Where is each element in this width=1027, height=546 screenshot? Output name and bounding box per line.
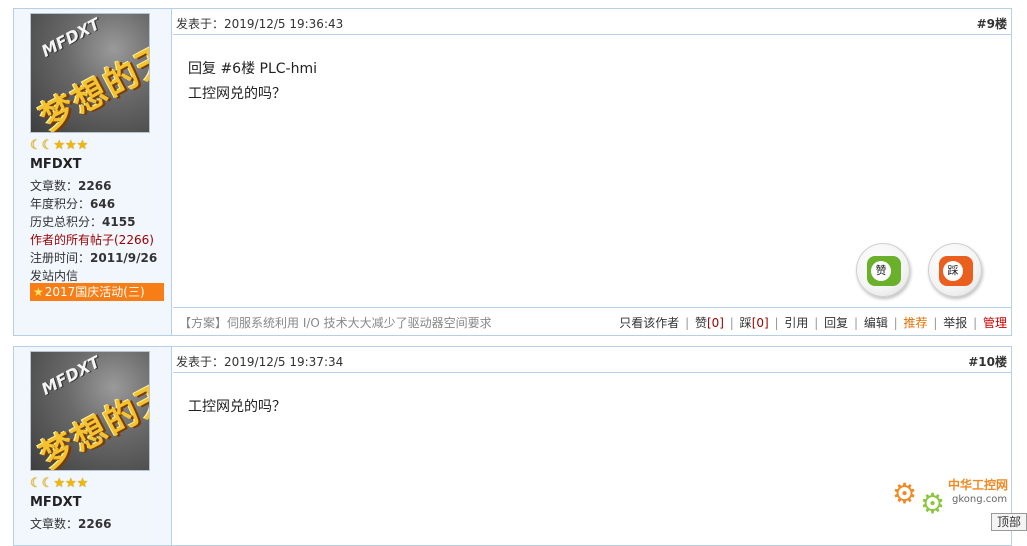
post-header: 发表于：2019/12/5 19:37:34 #10楼 — [173, 347, 1011, 373]
avatar[interactable]: MFDXT 梦想的天 — [30, 13, 150, 133]
activity-badge[interactable]: ★2017国庆活动(三) — [30, 283, 164, 301]
register-label: 注册时间： — [30, 251, 91, 265]
moon-icon: ☾ — [41, 476, 54, 491]
badge-label: 2017国庆活动(三) — [44, 285, 145, 299]
year-points-value: 646 — [90, 197, 116, 211]
star-icon: ★ — [53, 138, 65, 153]
reply-link[interactable]: 回复 — [824, 316, 848, 330]
watermark-name: 中华工控网 — [948, 478, 1009, 492]
rank-icons: ☾☾★★★ — [30, 138, 89, 153]
separator: | — [933, 316, 938, 330]
post-date: 发表于：2019/12/5 19:37:34 — [176, 353, 343, 370]
like-link-label: 赞 — [694, 316, 707, 330]
avatar-text: MFDXT — [38, 14, 104, 61]
recommend-link[interactable]: 推荐 — [904, 316, 928, 330]
post-floor-10: MFDXT 梦想的天 ☾☾★★★ MFDXT 文章数：2266 发表于：2019… — [13, 346, 1012, 546]
articles-count: 文章数：2266 — [30, 177, 111, 194]
author-all-posts-link[interactable]: 作者的所有帖子(2266) — [30, 231, 154, 248]
floor-number[interactable]: #9楼 — [977, 15, 1007, 32]
dislike-button[interactable]: 踩 — [928, 243, 982, 297]
articles-value: 2266 — [78, 517, 112, 531]
like-link[interactable]: 赞[0] — [695, 316, 724, 330]
separator: | — [853, 316, 858, 330]
posted-label: 发表于： — [176, 17, 225, 31]
back-to-top-button[interactable]: 顶部 — [991, 513, 1027, 531]
star-icon: ★ — [76, 476, 89, 491]
post-floor-9: MFDXT 梦想的天 ☾☾★★★ MFDXT 文章数：2266 年度积分：646… — [13, 8, 1012, 336]
posted-label: 发表于： — [176, 355, 225, 369]
posted-at: 2019/12/5 19:36:43 — [224, 17, 344, 31]
articles-label: 文章数： — [30, 179, 79, 193]
year-points-label: 年度积分： — [30, 197, 91, 211]
star-icon: ★ — [53, 476, 65, 491]
star-icon: ★ — [64, 476, 77, 491]
star-icon: ★ — [64, 138, 77, 153]
reply-quote-link[interactable]: 回复 #6楼 PLC-hmi — [188, 58, 317, 78]
articles-value: 2266 — [78, 179, 112, 193]
only-author-link[interactable]: 只看该作者 — [619, 316, 679, 330]
ad-link[interactable]: 【方案】伺服系统利用 I/O 技术大大减少了驱动器空间要求 — [179, 314, 492, 331]
register-date: 注册时间：2011/9/26 — [30, 249, 157, 266]
dislike-link[interactable]: 踩[0] — [740, 316, 769, 330]
post-date: 发表于：2019/12/5 19:36:43 — [176, 15, 343, 32]
total-points-value: 4155 — [102, 215, 136, 229]
post-footer: 【方案】伺服系统利用 I/O 技术大大减少了驱动器空间要求 只看该作者 | 赞[… — [173, 307, 1011, 335]
floor-number[interactable]: #10楼 — [968, 353, 1007, 370]
separator: | — [814, 316, 819, 330]
dislike-button-label: 踩 — [943, 261, 963, 281]
register-value: 2011/9/26 — [90, 251, 158, 265]
separator: | — [893, 316, 898, 330]
gear-icon: ⚙ — [892, 477, 918, 510]
moon-icon: ☾ — [30, 138, 42, 153]
separator: | — [973, 316, 978, 330]
rank-icons: ☾☾★★★ — [30, 476, 89, 491]
like-count: [0] — [706, 316, 724, 330]
manage-link[interactable]: 管理 — [983, 316, 1007, 330]
separator: | — [774, 316, 779, 330]
quote-link[interactable]: 引用 — [784, 316, 808, 330]
avatar[interactable]: MFDXT 梦想的天 — [30, 351, 150, 471]
watermark-url: gkong.com — [952, 494, 1008, 505]
author-name[interactable]: MFDXT — [30, 495, 82, 510]
like-button-label: 赞 — [871, 261, 891, 281]
author-sidebar: MFDXT 梦想的天 ☾☾★★★ MFDXT 文章数：2266 年度积分：646… — [14, 9, 172, 335]
post-header: 发表于：2019/12/5 19:36:43 #9楼 — [173, 9, 1011, 35]
separator: | — [729, 316, 734, 330]
moon-icon: ☾ — [30, 476, 42, 491]
separator: | — [685, 316, 690, 330]
total-points: 历史总积分：4155 — [30, 213, 135, 230]
posted-at: 2019/12/5 19:37:34 — [224, 355, 344, 369]
year-points: 年度积分：646 — [30, 195, 115, 212]
avatar-text: MFDXT — [38, 352, 104, 399]
dislike-link-label: 踩 — [739, 316, 752, 330]
send-message-link[interactable]: 发站内信 — [30, 267, 78, 284]
post-actions: 只看该作者 | 赞[0] | 踩[0] | 引用 | 回复 | 编辑 | 推荐 … — [619, 314, 1007, 331]
total-points-label: 历史总积分： — [30, 215, 103, 229]
edit-link[interactable]: 编辑 — [864, 316, 888, 330]
post-body: 工控网兑的吗？ — [188, 399, 286, 415]
like-button[interactable]: 赞 — [856, 243, 910, 297]
author-sidebar: MFDXT 梦想的天 ☾☾★★★ MFDXT 文章数：2266 — [14, 347, 172, 545]
star-icon: ★ — [76, 138, 89, 153]
moon-icon: ☾ — [41, 138, 54, 153]
articles-label: 文章数： — [30, 517, 79, 531]
star-icon: ★ — [33, 285, 44, 299]
dislike-count: [0] — [751, 316, 769, 330]
report-link[interactable]: 举报 — [943, 316, 967, 330]
gear-icon: ⚙ — [920, 487, 946, 520]
post-body: 工控网兑的吗？ — [188, 86, 286, 102]
articles-count: 文章数：2266 — [30, 515, 111, 532]
author-name[interactable]: MFDXT — [30, 157, 82, 172]
